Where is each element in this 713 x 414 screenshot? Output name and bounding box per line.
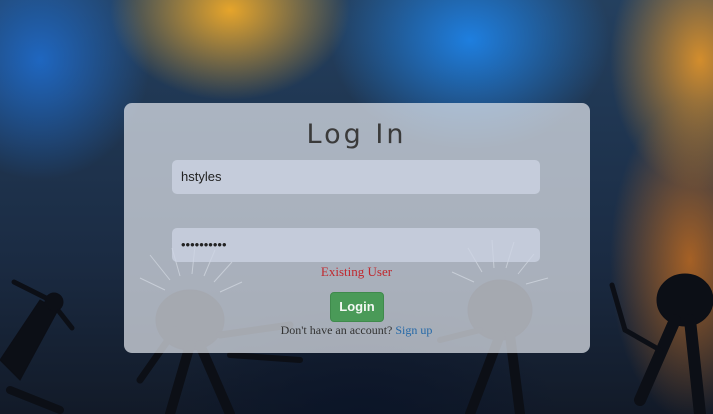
username-input[interactable]: hstyles (172, 160, 540, 194)
signup-link[interactable]: Sign up (395, 323, 432, 337)
page-title: Log In (306, 119, 407, 150)
login-button[interactable]: Login (330, 292, 384, 322)
signup-prompt-text: Don't have an account? (280, 323, 393, 337)
signup-prompt: Don't have an account? Sign up (0, 323, 713, 338)
password-input[interactable]: •••••••••• (172, 228, 540, 262)
error-message: Existing User (320, 264, 393, 279)
